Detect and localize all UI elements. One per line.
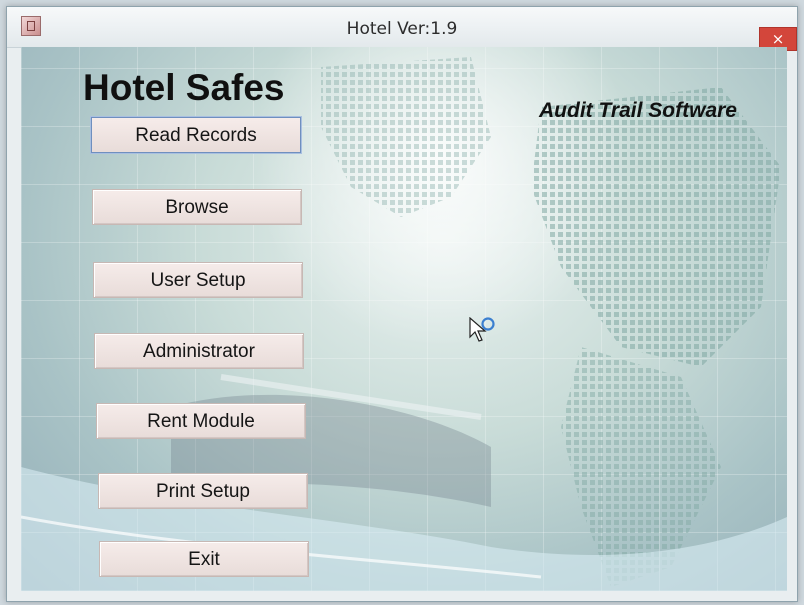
rent-module-button[interactable]: Rent Module (96, 403, 306, 439)
user-setup-button[interactable]: User Setup (93, 262, 303, 298)
app-heading: Hotel Safes (83, 67, 285, 108)
exit-button[interactable]: Exit (99, 541, 309, 577)
print-setup-button[interactable]: Print Setup (98, 473, 308, 509)
window-title: Hotel Ver:1.9 (346, 19, 458, 39)
app-window: Hotel Ver:1.9 × Hotel Safes Audit Trail … (6, 6, 798, 602)
main-panel: Hotel Safes Audit Trail Software Read Re… (21, 47, 787, 591)
busy-pointer-icon (469, 317, 495, 342)
tagline: Audit Trail Software (539, 99, 737, 122)
administrator-button[interactable]: Administrator (94, 333, 304, 369)
browse-button[interactable]: Browse (92, 189, 302, 225)
title-bar[interactable]: Hotel Ver:1.9 × (7, 7, 797, 51)
read-records-button[interactable]: Read Records (91, 117, 301, 153)
